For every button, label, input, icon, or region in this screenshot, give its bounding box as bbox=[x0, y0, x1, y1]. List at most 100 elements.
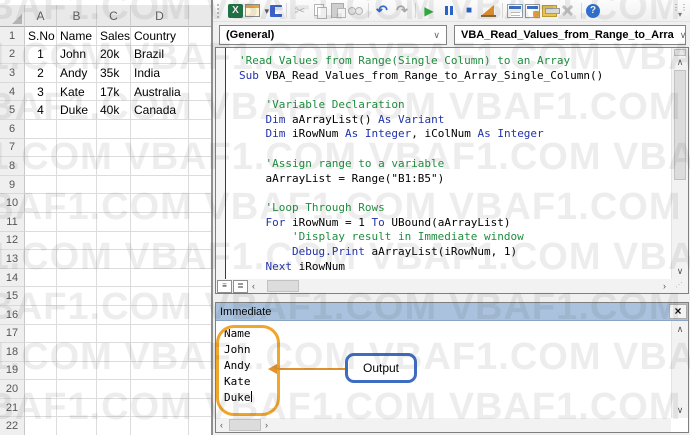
cell-partial-8[interactable] bbox=[189, 157, 212, 176]
break-icon[interactable] bbox=[440, 2, 458, 19]
cell-partial-10[interactable] bbox=[189, 194, 212, 213]
cell-D4[interactable]: Australia bbox=[131, 82, 189, 102]
row-header-9[interactable]: 9 bbox=[0, 175, 25, 195]
cell-C7[interactable] bbox=[97, 138, 131, 158]
scroll-thumb[interactable] bbox=[267, 280, 299, 292]
cell-B7[interactable] bbox=[57, 138, 97, 158]
cell-C13[interactable] bbox=[97, 250, 131, 269]
cell-D9[interactable] bbox=[131, 175, 189, 195]
cell-A10[interactable] bbox=[25, 194, 57, 213]
cell-A19[interactable] bbox=[25, 361, 57, 381]
cell-D1[interactable]: Country bbox=[131, 27, 189, 46]
cell-C21[interactable] bbox=[97, 398, 131, 418]
split-handle[interactable] bbox=[674, 49, 686, 56]
cell-partial-2[interactable] bbox=[189, 45, 212, 65]
cell-B14[interactable] bbox=[57, 268, 97, 288]
cell-A16[interactable] bbox=[25, 305, 57, 325]
cell-C5[interactable]: 40k bbox=[97, 101, 131, 120]
scroll-left-icon[interactable]: ‹ bbox=[216, 420, 227, 430]
row-header-12[interactable]: 12 bbox=[0, 231, 25, 251]
project-explorer-icon[interactable] bbox=[507, 3, 523, 18]
cell-D17[interactable] bbox=[131, 324, 189, 344]
cell-partial-11[interactable] bbox=[189, 212, 212, 232]
cell-A4[interactable]: 3 bbox=[25, 82, 57, 102]
row-header-10[interactable]: 10 bbox=[0, 194, 25, 213]
row-header-19[interactable]: 19 bbox=[0, 361, 25, 381]
cell-partial-4[interactable] bbox=[189, 82, 212, 102]
cell-B12[interactable] bbox=[57, 231, 97, 251]
object-browser-icon[interactable] bbox=[542, 4, 560, 17]
insert-userform-icon[interactable] bbox=[245, 4, 269, 17]
cell-D7[interactable] bbox=[131, 138, 189, 158]
view-microsoft-excel-icon[interactable]: X bbox=[228, 3, 243, 18]
cell-partial-3[interactable] bbox=[189, 64, 212, 83]
cell-D16[interactable] bbox=[131, 305, 189, 325]
cell-C1[interactable]: Sales bbox=[97, 27, 131, 46]
cell-A9[interactable] bbox=[25, 175, 57, 195]
cell-D14[interactable] bbox=[131, 268, 189, 288]
cell-B15[interactable] bbox=[57, 287, 97, 306]
cell-A2[interactable]: 1 bbox=[25, 45, 57, 65]
cell-B8[interactable] bbox=[57, 157, 97, 176]
cell-partial-15[interactable] bbox=[189, 287, 212, 306]
select-all-corner[interactable] bbox=[0, 5, 25, 27]
column-header-A[interactable]: A bbox=[25, 5, 57, 27]
cell-C22[interactable] bbox=[97, 417, 131, 435]
cell-A6[interactable] bbox=[25, 119, 57, 139]
cell-partial-16[interactable] bbox=[189, 305, 212, 325]
cell-C2[interactable]: 20k bbox=[97, 45, 131, 65]
cell-A3[interactable]: 2 bbox=[25, 64, 57, 83]
cell-A20[interactable] bbox=[25, 380, 57, 399]
scroll-left-icon[interactable]: ‹ bbox=[248, 281, 259, 291]
row-header-4[interactable]: 4 bbox=[0, 82, 25, 102]
cell-C6[interactable] bbox=[97, 119, 131, 139]
cell-partial-6[interactable] bbox=[189, 119, 212, 139]
immediate-horizontal-scrollbar[interactable]: ‹ › bbox=[216, 418, 671, 432]
cell-B19[interactable] bbox=[57, 361, 97, 381]
design-mode-icon[interactable] bbox=[480, 2, 498, 19]
cell-C11[interactable] bbox=[97, 212, 131, 232]
cell-C9[interactable] bbox=[97, 175, 131, 195]
cell-B3[interactable]: Andy bbox=[57, 64, 97, 83]
cell-D15[interactable] bbox=[131, 287, 189, 306]
cell-D6[interactable] bbox=[131, 119, 189, 139]
row-header-6[interactable]: 6 bbox=[0, 119, 25, 139]
cell-D12[interactable] bbox=[131, 231, 189, 251]
row-header-5[interactable]: 5 bbox=[0, 101, 25, 120]
cell-A17[interactable] bbox=[25, 324, 57, 344]
procedure-dropdown[interactable]: VBA_Read_Values_from_Range_to_Arra ∨ bbox=[454, 25, 686, 45]
cell-C8[interactable] bbox=[97, 157, 131, 176]
cell-partial-13[interactable] bbox=[189, 250, 212, 269]
cell-B13[interactable] bbox=[57, 250, 97, 269]
row-header-8[interactable]: 8 bbox=[0, 157, 25, 176]
cell-A1[interactable]: S.No bbox=[25, 27, 57, 46]
row-header-1[interactable]: 1 bbox=[0, 27, 25, 46]
save-icon[interactable] bbox=[270, 4, 283, 17]
object-dropdown[interactable]: (General) ∨ bbox=[219, 25, 447, 45]
cell-D3[interactable]: India bbox=[131, 64, 189, 83]
cell-D10[interactable] bbox=[131, 194, 189, 213]
immediate-vertical-scrollbar[interactable]: ∧ ∨ bbox=[671, 321, 688, 418]
cell-A14[interactable] bbox=[25, 268, 57, 288]
toolbar-options-icon[interactable]: ⋮⋮ ▾ bbox=[672, 3, 688, 18]
row-header-14[interactable]: 14 bbox=[0, 268, 25, 288]
cell-A15[interactable] bbox=[25, 287, 57, 306]
scroll-up-icon[interactable]: ∧ bbox=[672, 323, 688, 335]
cell-D18[interactable] bbox=[131, 343, 189, 362]
cell-C18[interactable] bbox=[97, 343, 131, 362]
run-sub-icon[interactable]: ▶ bbox=[420, 2, 438, 19]
row-header-17[interactable]: 17 bbox=[0, 324, 25, 344]
cell-B2[interactable]: John bbox=[57, 45, 97, 65]
cell-B22[interactable] bbox=[57, 417, 97, 435]
cell-C19[interactable] bbox=[97, 361, 131, 381]
immediate-window-titlebar[interactable]: Immediate × bbox=[216, 303, 688, 321]
cell-partial-21[interactable] bbox=[189, 398, 212, 418]
cell-D22[interactable] bbox=[131, 417, 189, 435]
cell-A8[interactable] bbox=[25, 157, 57, 176]
cell-partial-9[interactable] bbox=[189, 175, 212, 195]
column-header-B[interactable]: B bbox=[57, 5, 97, 27]
cell-B20[interactable] bbox=[57, 380, 97, 399]
cell-A12[interactable] bbox=[25, 231, 57, 251]
undo-icon[interactable]: ↶ bbox=[373, 2, 391, 19]
cell-B5[interactable]: Duke bbox=[57, 101, 97, 120]
